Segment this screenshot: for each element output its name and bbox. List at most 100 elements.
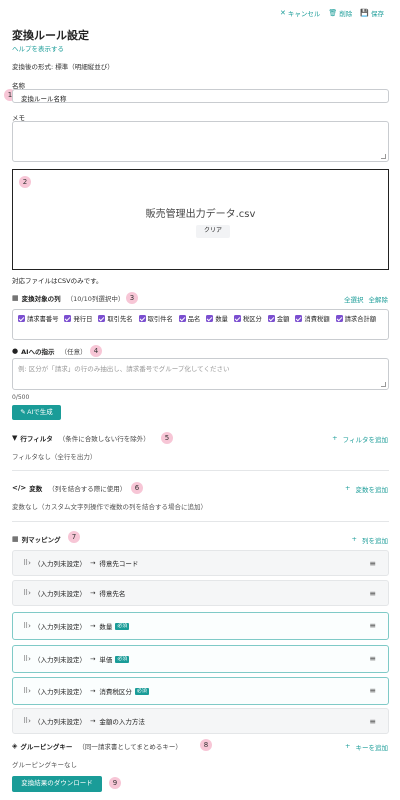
magic-wand-icon: ✎ [20, 409, 26, 416]
checkbox-checked-icon[interactable] [64, 315, 72, 322]
checkbox-checked-icon[interactable] [98, 315, 106, 322]
column-checkbox-item[interactable]: 金額 [267, 314, 289, 323]
deselect-all-link[interactable]: 全解除 [369, 294, 389, 304]
download-button[interactable]: 変換結果のダウンロード [12, 776, 102, 792]
mapping-target: 単価 [99, 656, 113, 664]
checkbox-checked-icon[interactable] [295, 315, 303, 322]
target-columns-actions: 全選択 全解除 [344, 294, 388, 304]
file-dropzone[interactable]: 2 販売管理出力データ.csv クリア [12, 169, 389, 270]
marker-4: 4 [90, 345, 102, 357]
checkbox-checked-icon[interactable] [206, 315, 214, 322]
name-input[interactable]: 変換ルール名称 [12, 89, 389, 103]
menu-icon[interactable]: ≡ [369, 559, 376, 568]
marker-7: 7 [68, 531, 80, 543]
menu-icon[interactable]: ≡ [369, 621, 376, 630]
mapping-row[interactable]: ⠿› （入力列未設定） → 単価 必須 ≡ [12, 645, 389, 673]
column-checkbox-label: 税区分 [242, 316, 262, 323]
mapping-arrow: → [89, 589, 96, 597]
drag-expand-icon[interactable]: ⠿› [23, 717, 31, 725]
page-title: 変換ルール設定 [12, 29, 89, 42]
mapping-source: （入力列未設定） [33, 560, 86, 568]
divider [12, 521, 389, 522]
column-checkbox-label: 取引件名 [147, 316, 173, 323]
drag-expand-icon[interactable]: ⠿› [23, 559, 31, 567]
save-icon: 💾 [360, 9, 369, 17]
column-checkbox-item[interactable]: 数量 [206, 314, 228, 323]
grouping-empty-text: グルーピングキーなし [12, 761, 77, 769]
divider [12, 470, 389, 471]
mapping-target: 金額の入力方法 [99, 718, 145, 726]
column-checkbox-label: 品名 [187, 316, 201, 323]
checkbox-checked-icon[interactable] [233, 315, 241, 322]
mapping-arrow: → [89, 687, 96, 695]
ai-instruction-textarea[interactable]: 例: 区分が「請求」の行のみ抽出し、請求番号でグループ化してください [12, 358, 389, 390]
menu-icon[interactable]: ≡ [369, 654, 376, 663]
table-icon: ▦ [12, 294, 19, 302]
mapping-row[interactable]: ⠿› （入力列未設定） → 金額の入力方法 ≡ [12, 708, 389, 734]
add-column-button[interactable]: + 列を追加 [352, 535, 388, 545]
resize-handle[interactable] [381, 154, 386, 159]
checkbox-checked-icon[interactable] [267, 315, 275, 322]
table-icon: ▦ [12, 535, 19, 543]
variables-empty-text: 変数なし（カスタム文字列操作で複数の列を結合する場合に追加） [12, 503, 207, 511]
marker-6: 6 [131, 482, 143, 494]
column-checkbox-item[interactable]: 取引先名 [98, 314, 133, 323]
checkbox-checked-icon[interactable] [138, 315, 146, 322]
mapping-arrow: → [89, 622, 96, 630]
mapping-target: 消費税区分 [99, 688, 132, 696]
grouping-header: ◈ グルーピングキー （同一請求書としてまとめるキー） [12, 742, 182, 751]
cancel-button[interactable]: ✕ キャンセル [280, 8, 320, 18]
filter-empty-text: フィルタなし（全行を出力） [12, 453, 97, 461]
resize-handle[interactable] [381, 382, 386, 387]
add-variable-button[interactable]: + 変数を追加 [345, 484, 388, 494]
drag-expand-icon[interactable]: ⠿› [23, 687, 31, 695]
drag-expand-icon[interactable]: ⠿› [23, 655, 31, 663]
menu-icon[interactable]: ≡ [369, 686, 376, 695]
column-checkbox-item[interactable]: 請求合計額 [335, 314, 376, 323]
csv-note: 対応ファイルはCSVのみです。 [12, 277, 103, 285]
top-actions: ✕ キャンセル 🗑 削除 💾 保存 [280, 8, 384, 18]
column-checkbox-item[interactable]: 品名 [178, 314, 201, 323]
save-button[interactable]: 💾 保存 [360, 8, 384, 18]
column-checkbox-item[interactable]: 発行日 [64, 314, 92, 323]
column-checkbox-label: 発行日 [73, 316, 93, 323]
mapping-row[interactable]: ⠿› （入力列未設定） → 消費税区分 必須 ≡ [12, 677, 389, 705]
column-checkbox-item[interactable]: 消費税額 [295, 314, 330, 323]
code-icon: </> [12, 484, 27, 492]
drag-expand-icon[interactable]: ⠿› [23, 622, 31, 630]
filter-icon: ▼ [12, 434, 18, 442]
output-format: 変換後の形式: 標準（明細縦並び） [12, 63, 114, 71]
checkbox-checked-icon[interactable] [18, 315, 25, 322]
help-link[interactable]: ヘルプを表示する [12, 43, 64, 53]
clear-file-button[interactable]: クリア [196, 225, 230, 238]
uploaded-file-name: 販売管理出力データ.csv [145, 209, 256, 220]
mapping-source: （入力列未設定） [33, 590, 86, 598]
menu-icon[interactable]: ≡ [369, 589, 376, 598]
mapping-row[interactable]: ⠿› （入力列未設定） → 数量 必須 ≡ [12, 612, 389, 640]
mapping-target: 数量 [99, 623, 113, 631]
mapping-arrow: → [89, 655, 96, 663]
mapping-target: 得意先名 [99, 590, 126, 598]
menu-icon[interactable]: ≡ [369, 717, 376, 726]
column-checkbox-item[interactable]: 取引件名 [138, 314, 173, 323]
mapping-arrow: → [89, 559, 96, 567]
layers-icon: ◈ [12, 742, 18, 750]
ai-generate-button[interactable]: ✎ AIで生成 [12, 405, 61, 420]
delete-button[interactable]: 🗑 削除 [328, 8, 352, 18]
checkbox-checked-icon[interactable] [178, 315, 186, 322]
add-key-button[interactable]: + キーを追加 [345, 742, 388, 752]
select-all-link[interactable]: 全選択 [344, 294, 364, 304]
memo-textarea[interactable] [12, 121, 389, 162]
column-checkbox-item[interactable]: 税区分 [233, 314, 262, 323]
variables-header: </> 変数 （列を結合する際に使用） [12, 484, 127, 493]
target-columns-box: 請求書番号 発行日 取引先名 取引件名 品名 数量 税区分 金額 消費税額 請求合計額 [12, 309, 389, 340]
mapping-row[interactable]: ⠿› （入力列未設定） → 得意先名 ≡ [12, 580, 389, 606]
column-checkbox-label: 取引先名 [107, 316, 133, 323]
ai-instruction-header: ● AIへの指示 （任意） [12, 347, 87, 356]
mapping-row[interactable]: ⠿› （入力列未設定） → 得意先コード ≡ [12, 550, 389, 576]
column-checkbox-item[interactable]: 請求書番号 [18, 314, 58, 323]
drag-expand-icon[interactable]: ⠿› [23, 589, 31, 597]
checkbox-checked-icon[interactable] [335, 315, 343, 322]
chat-icon: ● [12, 347, 19, 355]
add-filter-button[interactable]: + フィルタを追加 [332, 434, 388, 444]
